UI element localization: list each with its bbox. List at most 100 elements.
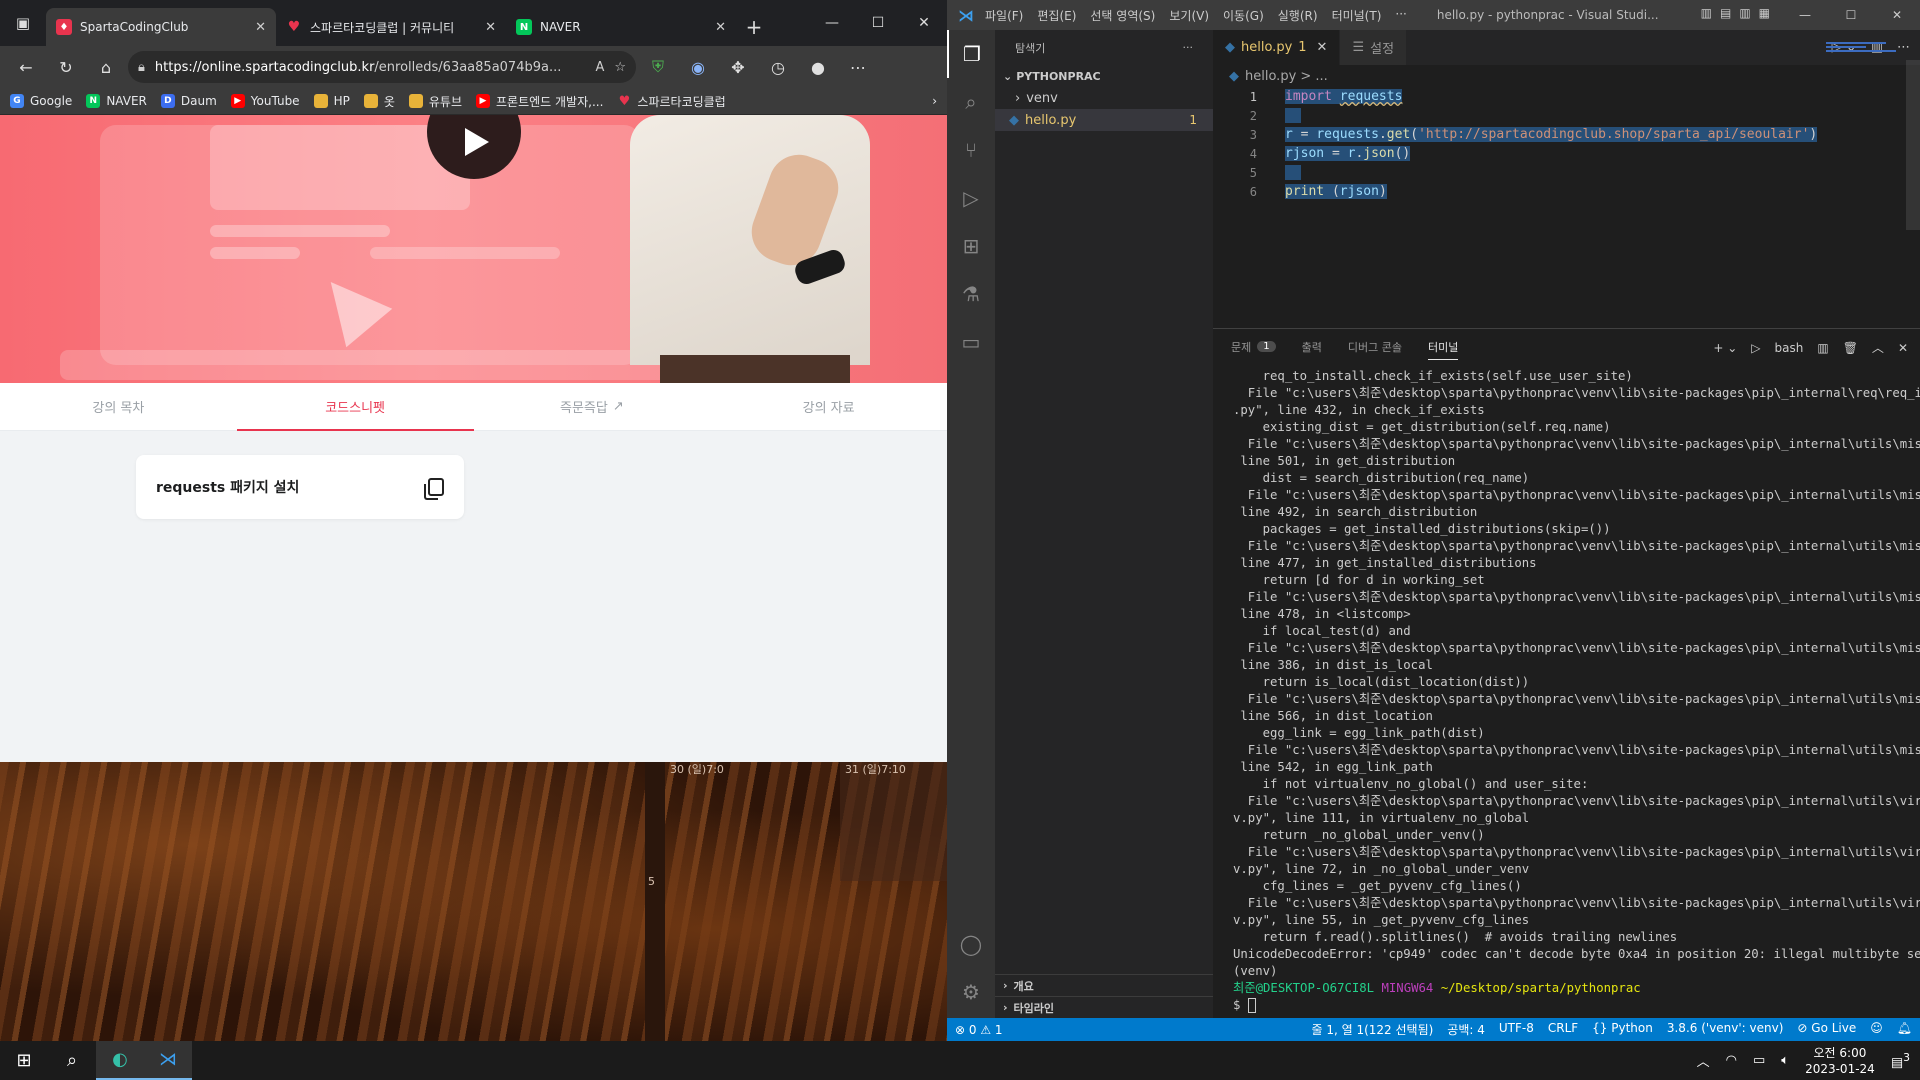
split-terminal-icon[interactable]: ▥ <box>1817 341 1828 355</box>
explorer-more-icon[interactable]: ··· <box>1183 41 1194 54</box>
home-icon[interactable]: ⌂ <box>88 51 124 83</box>
back-icon[interactable]: ← <box>8 51 44 83</box>
read-aloud-icon[interactable]: A <box>595 60 604 75</box>
remote-explorer-icon[interactable]: ▭ <box>947 318 995 366</box>
bookmark-daum[interactable]: D Daum <box>160 94 217 108</box>
feedback-icon[interactable]: ☺ <box>1870 1021 1883 1038</box>
more-options-icon[interactable]: ⋯ <box>840 51 876 83</box>
panel-tab-terminal[interactable]: 터미널 <box>1427 339 1459 360</box>
project-section[interactable]: ⌄ PYTHONPRAC <box>995 65 1213 87</box>
refresh-icon[interactable]: ↻ <box>48 51 84 83</box>
close-tab-icon[interactable]: ✕ <box>255 20 266 35</box>
menu-edit[interactable]: 편집(E) <box>1037 7 1076 24</box>
panel-tab-debug-console[interactable]: 디버그 콘솔 <box>1348 339 1402 355</box>
bookmark-sparta[interactable]: ♥ 스파르타코딩클럽 <box>617 93 726 110</box>
tab-lecture-materials[interactable]: 강의 자료 <box>710 383 947 430</box>
favorite-star-icon[interactable]: ☆ <box>614 60 626 75</box>
accounts-icon[interactable]: ◯ <box>947 920 995 968</box>
vscode-taskbar-icon[interactable]: ⋊ <box>144 1041 192 1080</box>
browser-tab-community[interactable]: ♥ 스파르타코딩클럽 | 커뮤니티 ✕ <box>276 8 506 46</box>
status-indentation[interactable]: 공백: 4 <box>1447 1021 1485 1038</box>
maximize-panel-chevron-icon[interactable]: ︿ <box>1872 339 1884 356</box>
editor-scrollbar[interactable] <box>1906 60 1920 230</box>
bookmark-google[interactable]: G Google <box>10 94 72 108</box>
edge-browser-icon[interactable]: ◐ <box>96 1041 144 1080</box>
settings-gear-icon[interactable]: ⚙ <box>947 968 995 1016</box>
clock[interactable]: 오전 6:00 2023-01-24 <box>1805 1045 1875 1077</box>
terminal-shell-name[interactable]: bash <box>1775 341 1804 355</box>
snippet-card[interactable]: requests 패키지 설치 <box>136 455 464 519</box>
show-hidden-icons-chevron-icon[interactable]: ︿ <box>1697 1051 1710 1070</box>
tab-code-snippets[interactable]: 코드스니펫 <box>236 383 474 431</box>
close-tab-icon[interactable]: ✕ <box>485 20 496 35</box>
status-language[interactable]: {} Python <box>1592 1021 1653 1038</box>
copy-icon[interactable] <box>424 478 444 500</box>
toggle-panel-icon[interactable]: ▤ <box>1720 6 1731 20</box>
minimize-icon[interactable]: — <box>809 0 855 46</box>
close-tab-icon[interactable]: ✕ <box>1317 40 1328 55</box>
maximize-icon[interactable]: ☐ <box>1828 0 1874 30</box>
source-control-icon[interactable]: ⑂ <box>947 126 995 174</box>
menu-file[interactable]: 파일(F) <box>985 7 1023 24</box>
run-debug-icon[interactable]: ▷ <box>947 174 995 222</box>
search-icon[interactable]: ⌕ <box>947 78 995 126</box>
battery-icon[interactable]: ▭ <box>1753 1053 1765 1068</box>
terminal-shell-icon[interactable]: ▷ <box>1751 341 1760 355</box>
bookmark-naver[interactable]: N NAVER <box>86 94 147 108</box>
close-tab-icon[interactable]: ✕ <box>715 20 726 35</box>
kill-terminal-trash-icon[interactable]: 🗑︎ <box>1843 341 1858 355</box>
new-tab-button[interactable]: + <box>736 8 772 46</box>
bookmark-frontend[interactable]: ▶ 프론트엔드 개발자,... <box>476 93 603 110</box>
volume-icon[interactable]: 🔈︎ <box>1781 1053 1789 1068</box>
customize-layout-icon[interactable]: ▦ <box>1759 6 1770 20</box>
menu-view[interactable]: 보기(V) <box>1169 7 1209 24</box>
timeline-section[interactable]: › 타임라인 <box>995 996 1213 1018</box>
status-go-live[interactable]: ⊘ Go Live <box>1797 1021 1856 1038</box>
minimize-icon[interactable]: — <box>1782 0 1828 30</box>
extension-shield-icon[interactable]: ⛨ <box>640 51 676 83</box>
lecture-video-banner[interactable] <box>0 115 947 383</box>
status-problems[interactable]: ⊗ 0 ⚠ 1 <box>955 1023 1003 1037</box>
toggle-secondary-sidebar-icon[interactable]: ▥ <box>1739 6 1750 20</box>
code-lines[interactable]: 1 import requests 2 3 r = requests.get('ht… <box>1213 87 1920 201</box>
menu-go[interactable]: 이동(G) <box>1223 7 1264 24</box>
testing-flask-icon[interactable]: ⚗ <box>947 270 995 318</box>
browser-tab-naver[interactable]: N NAVER ✕ <box>506 8 736 46</box>
extensions-puzzle-icon[interactable]: ✥ <box>720 51 756 83</box>
terminal-output[interactable]: req_to_install.check_if_exists(self.use_… <box>1213 364 1920 1014</box>
outline-section[interactable]: › 개요 <box>995 974 1213 996</box>
close-window-icon[interactable]: ✕ <box>901 0 947 46</box>
address-bar[interactable]: 🔒︎ https://online.spartacodingclub.kr/en… <box>128 51 636 83</box>
menu-run[interactable]: 실행(R) <box>1278 7 1318 24</box>
search-icon[interactable]: ⌕ <box>48 1041 96 1080</box>
toggle-sidebar-icon[interactable]: ▥ <box>1701 6 1712 20</box>
status-interpreter[interactable]: 3.8.6 ('venv': venv) <box>1667 1021 1784 1038</box>
folder-venv[interactable]: › venv <box>995 87 1213 109</box>
panel-tab-output[interactable]: 출력 <box>1302 339 1322 355</box>
browser-tab-spartacodingclub[interactable]: ♦ SpartaCodingClub ✕ <box>46 8 276 46</box>
close-window-icon[interactable]: ✕ <box>1874 0 1920 30</box>
close-panel-icon[interactable]: ✕ <box>1898 341 1908 355</box>
tab-lecture-index[interactable]: 강의 목차 <box>0 383 237 430</box>
menu-more[interactable]: ··· <box>1395 7 1406 24</box>
more-bookmarks-chevron-icon[interactable]: › <box>932 94 937 108</box>
status-cursor-position[interactable]: 줄 1, 열 1(122 선택됨) <box>1311 1021 1433 1038</box>
notification-center-icon[interactable]: ▤3 <box>1891 1051 1910 1070</box>
extensions-icon[interactable]: ⊞ <box>947 222 995 270</box>
bookmark-folder-youtube[interactable]: 유튜브 <box>408 93 462 110</box>
maximize-icon[interactable]: ☐ <box>855 0 901 46</box>
bookmark-youtube[interactable]: ▶ YouTube <box>230 94 300 108</box>
bookmark-folder-clothes[interactable]: 옷 <box>363 93 395 110</box>
editor-tab-settings[interactable]: ☰ 설정 <box>1340 30 1408 65</box>
file-hello-py[interactable]: ◆ hello.py 1 <box>995 109 1213 131</box>
profile-avatar-icon[interactable]: ● <box>800 51 836 83</box>
menu-terminal[interactable]: 터미널(T) <box>1332 7 1382 24</box>
network-wifi-icon[interactable]: ◠ <box>1726 1053 1737 1068</box>
breadcrumb[interactable]: ◆ hello.py > ... <box>1213 65 1920 87</box>
tab-qna[interactable]: 즉문즉답 ↗ <box>474 383 711 430</box>
windows-start-icon[interactable]: ⊞ <box>0 1041 48 1080</box>
menu-selection[interactable]: 선택 영역(S) <box>1090 7 1155 24</box>
explorer-icon[interactable]: ❐ <box>947 30 995 78</box>
new-terminal-icon[interactable]: + ⌄ <box>1713 341 1737 355</box>
extension-circle-icon[interactable]: ◉ <box>680 51 716 83</box>
